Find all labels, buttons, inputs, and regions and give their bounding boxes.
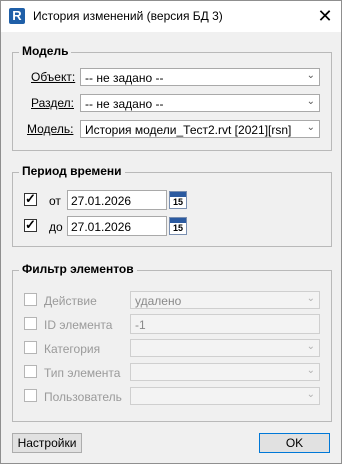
to-label: до <box>49 220 63 234</box>
action-checkbox[interactable] <box>24 293 37 306</box>
action-dropdown[interactable]: удалено ⌄ <box>130 291 320 309</box>
user-label: Пользователь <box>44 390 122 404</box>
title-bar: R История изменений (версия БД 3) ✕ <box>1 1 341 32</box>
calendar-icon[interactable]: 15 <box>169 217 187 235</box>
to-checkbox[interactable] <box>24 217 37 233</box>
close-icon[interactable]: ✕ <box>313 5 337 27</box>
model-group: Модель Объект: -- не задано -- ⌄ Раздел:… <box>12 44 332 151</box>
category-checkbox[interactable] <box>24 341 37 354</box>
chevron-down-icon: ⌄ <box>306 293 315 304</box>
section-value: -- не задано -- <box>85 97 164 111</box>
user-dropdown[interactable]: ⌄ <box>130 387 320 405</box>
category-dropdown[interactable]: ⌄ <box>130 339 320 357</box>
element-id-checkbox[interactable] <box>24 317 37 330</box>
action-label: Действие <box>44 294 97 308</box>
element-type-dropdown[interactable]: ⌄ <box>130 363 320 381</box>
category-label: Категория <box>44 342 101 356</box>
object-label: Объект: <box>31 70 76 84</box>
model-group-legend: Модель <box>19 44 72 58</box>
from-checkbox[interactable] <box>24 191 37 207</box>
calendar-icon[interactable]: 15 <box>169 191 187 209</box>
object-dropdown[interactable]: -- не задано -- ⌄ <box>80 68 320 86</box>
ok-button[interactable]: OK <box>259 433 330 453</box>
section-dropdown[interactable]: -- не задано -- ⌄ <box>80 94 320 112</box>
chevron-down-icon: ⌄ <box>306 96 315 107</box>
element-type-checkbox[interactable] <box>24 365 37 378</box>
user-checkbox[interactable] <box>24 389 37 402</box>
chevron-down-icon: ⌄ <box>306 389 315 400</box>
to-date-value: 27.01.2026 <box>71 220 132 234</box>
period-group: Период времени от 27.01.2026 15 до 27.01… <box>12 164 332 247</box>
from-date-value: 27.01.2026 <box>71 194 132 208</box>
element-type-label: Тип элемента <box>44 366 121 380</box>
from-label: от <box>49 194 61 208</box>
chevron-down-icon: ⌄ <box>306 365 315 376</box>
filter-group: Фильтр элементов Действие удалено ⌄ ID э… <box>12 262 332 422</box>
chevron-down-icon: ⌄ <box>306 70 315 81</box>
dialog-window: R История изменений (версия БД 3) ✕ Моде… <box>0 0 342 464</box>
section-label: Раздел: <box>31 96 74 110</box>
chevron-down-icon: ⌄ <box>306 341 315 352</box>
window-title: История изменений (версия БД 3) <box>33 9 223 23</box>
model-dropdown[interactable]: История модели_Тест2.rvt [2021][rsn] ⌄ <box>80 120 320 138</box>
settings-button[interactable]: Настройки <box>12 433 82 453</box>
action-value: удалено <box>135 294 182 308</box>
to-date-input[interactable]: 27.01.2026 <box>67 216 167 236</box>
model-label: Модель: <box>27 122 74 136</box>
revit-app-icon: R <box>9 8 25 24</box>
chevron-down-icon: ⌄ <box>306 122 315 133</box>
object-value: -- не задано -- <box>85 71 164 85</box>
element-id-value: -1 <box>135 318 146 332</box>
element-id-input[interactable]: -1 <box>130 314 320 334</box>
period-group-legend: Период времени <box>19 164 125 178</box>
from-date-input[interactable]: 27.01.2026 <box>67 190 167 210</box>
filter-group-legend: Фильтр элементов <box>19 262 137 276</box>
element-id-label: ID элемента <box>44 318 113 332</box>
model-value: История модели_Тест2.rvt [2021][rsn] <box>85 123 292 137</box>
